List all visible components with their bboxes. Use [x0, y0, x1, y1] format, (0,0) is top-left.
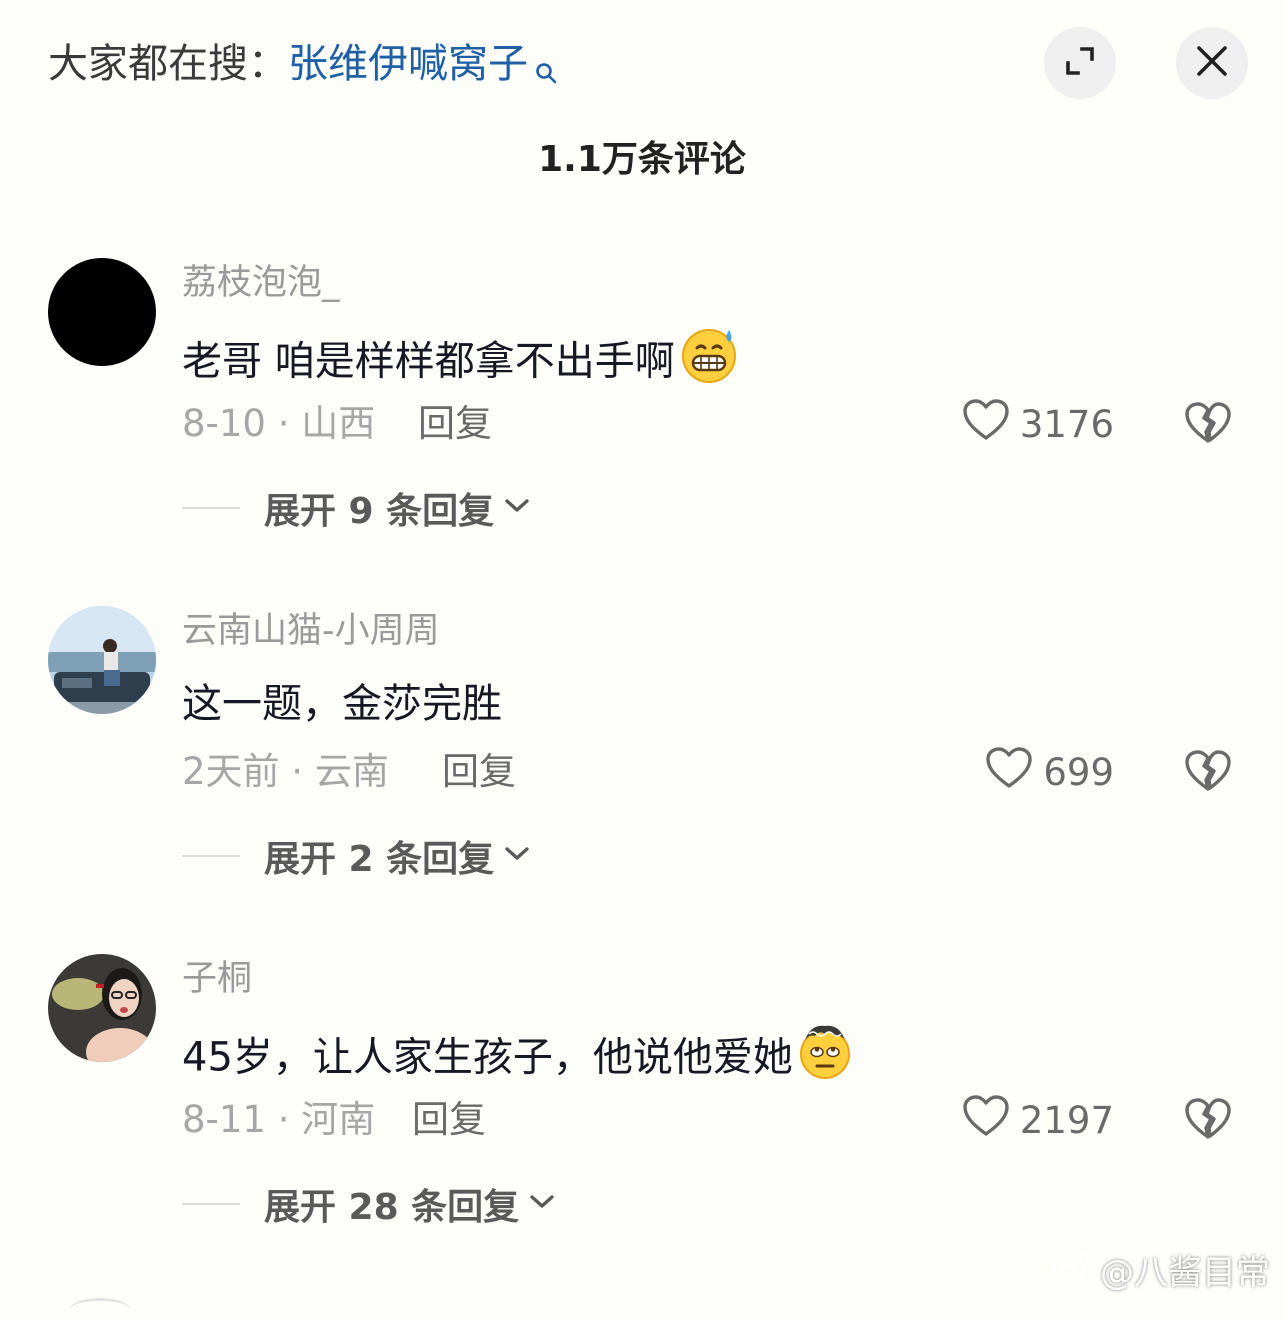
heart-icon: [962, 398, 1010, 451]
broken-heart-icon: [1184, 750, 1232, 797]
close-button[interactable]: [1176, 27, 1248, 99]
comment-text: 这一题，金莎完胜: [182, 674, 502, 734]
comment-item: 子桐 45岁，让人家生孩子，他说他爱她 8-11 · 河南 回复 2197 展开…: [0, 954, 1284, 1254]
like-count: 3176: [1019, 402, 1114, 446]
comment-date-location: 8-11 · 河南: [182, 1098, 376, 1141]
avatar[interactable]: [48, 258, 156, 366]
comment-text-body: 45岁，让人家生孩子，他说他爱她: [182, 1034, 793, 1081]
reply-button[interactable]: 回复: [418, 398, 492, 450]
chevron-down-icon: [504, 497, 530, 519]
dizzy-eye-roll-emoji-icon: [797, 1022, 855, 1097]
divider-line: [182, 507, 240, 509]
search-term-link[interactable]: 张维伊喊窝子: [288, 41, 528, 87]
expand-replies-button[interactable]: 展开 2 条回复: [182, 830, 530, 882]
expand-replies-button[interactable]: 展开 9 条回复: [182, 482, 530, 534]
comment-username[interactable]: 荔枝泡泡_: [182, 258, 340, 308]
expand-icon: [1062, 43, 1098, 83]
comment-item: 荔枝泡泡_ 老哥 咱是样样都拿不出手啊 8-10 · 山西 回复 3176 展开…: [0, 258, 1284, 558]
avatar[interactable]: [48, 606, 156, 714]
like-count: 2197: [1019, 1098, 1114, 1142]
expand-replies-label: 展开 28 条回复: [264, 1187, 520, 1228]
divider-line: [182, 855, 240, 857]
like-button[interactable]: 2197: [962, 1094, 1114, 1146]
heart-icon: [962, 1094, 1010, 1147]
search-prefix: 大家都在搜：: [48, 41, 288, 87]
comment-date-location: 2天前 · 云南: [182, 750, 389, 793]
watermark: @八酱目常: [1052, 1245, 1270, 1294]
heart-icon: [985, 746, 1033, 799]
comments-header: 大家都在搜：张维伊喊窝子 1.1万条评论: [0, 0, 1284, 200]
fullscreen-button[interactable]: [1044, 27, 1116, 99]
comment-item: 云南山猫-小周周 这一题，金莎完胜 2天前 · 云南 回复 699 展开 2 条…: [0, 606, 1284, 906]
expand-replies-button[interactable]: 展开 28 条回复: [182, 1178, 555, 1230]
comment-count-title: 1.1万条评论: [538, 139, 746, 180]
comment-username[interactable]: 子桐: [182, 954, 252, 1004]
expand-replies-label: 展开 9 条回复: [264, 491, 495, 532]
like-button[interactable]: 3176: [962, 398, 1114, 450]
chevron-down-icon: [529, 1193, 555, 1215]
comment-text-body: 这一题，金莎完胜: [182, 681, 502, 727]
next-comment-avatar-peek: [70, 1298, 130, 1321]
avatar[interactable]: [48, 954, 156, 1062]
close-icon: [1194, 43, 1230, 83]
dislike-button[interactable]: [1184, 1097, 1232, 1145]
comment-date-location: 8-10 · 山西: [182, 402, 376, 445]
comment-text: 老哥 咱是样样都拿不出手啊: [182, 326, 741, 401]
watermark-text: @八酱目常: [1100, 1253, 1270, 1293]
comment-username[interactable]: 云南山猫-小周周: [182, 606, 440, 656]
broken-heart-icon: [1184, 1098, 1232, 1145]
expand-replies-label: 展开 2 条回复: [264, 839, 495, 880]
comment-text: 45岁，让人家生孩子，他说他爱她: [182, 1022, 855, 1097]
grimace-sweat-emoji-icon: [679, 326, 741, 401]
broken-heart-icon: [1184, 402, 1232, 449]
like-button[interactable]: 699: [985, 746, 1114, 798]
reply-button[interactable]: 回复: [412, 1094, 486, 1146]
chevron-down-icon: [504, 845, 530, 867]
like-count: 699: [1043, 750, 1114, 794]
divider-line: [182, 1203, 240, 1205]
search-icon: [534, 44, 558, 100]
dislike-button[interactable]: [1184, 401, 1232, 449]
comment-text-body: 老哥 咱是样样都拿不出手啊: [182, 338, 675, 385]
weibo-logo-icon: [1052, 1248, 1092, 1291]
search-suggestion[interactable]: 大家都在搜：张维伊喊窝子: [48, 36, 558, 100]
dislike-button[interactable]: [1184, 749, 1232, 797]
reply-button[interactable]: 回复: [442, 746, 516, 798]
